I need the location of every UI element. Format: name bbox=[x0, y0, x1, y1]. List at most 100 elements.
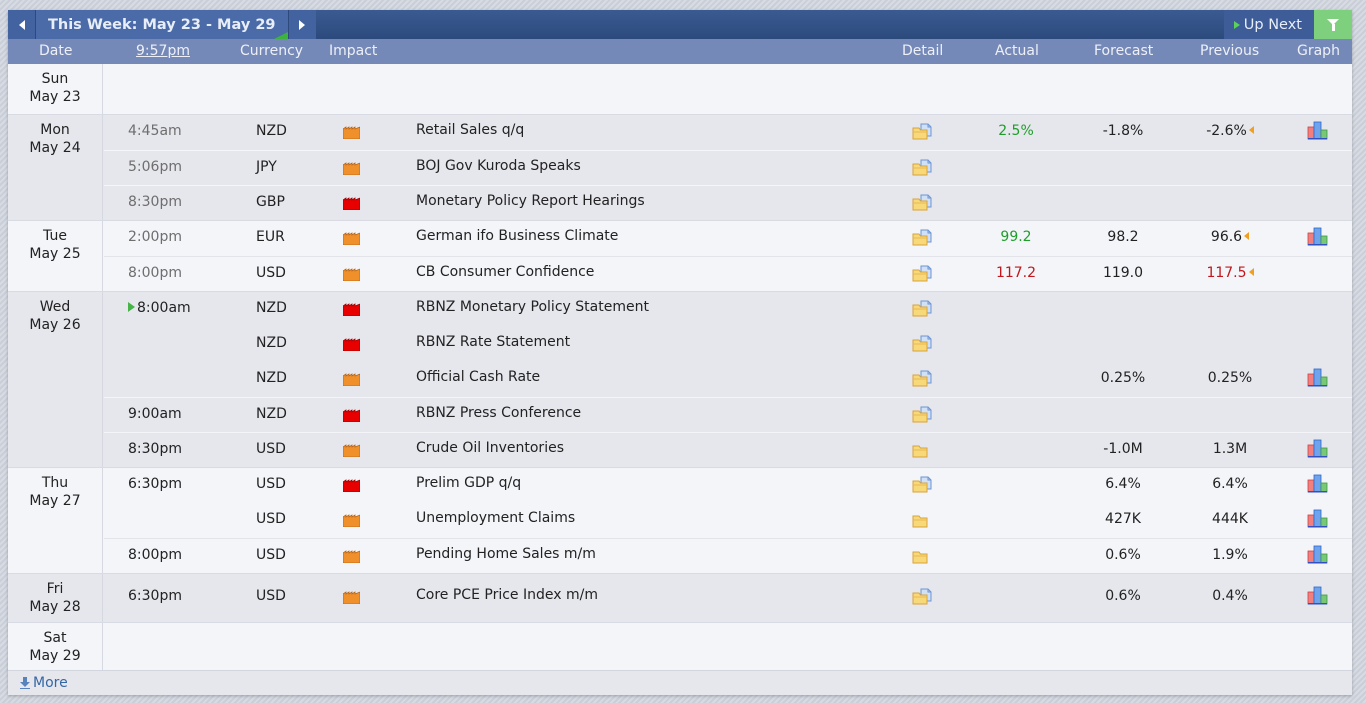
medium-impact-icon[interactable] bbox=[342, 162, 361, 176]
medium-impact-icon[interactable] bbox=[342, 232, 361, 246]
more-link[interactable]: More bbox=[20, 675, 68, 691]
folder-doc-icon[interactable] bbox=[912, 300, 933, 317]
event-title[interactable]: RBNZ Press Conference bbox=[416, 405, 581, 421]
event-row[interactable]: 8:30pm GBP Monetary Policy Report Hearings bbox=[104, 185, 1352, 220]
bar-chart-icon[interactable] bbox=[1307, 509, 1328, 528]
bar-chart-icon[interactable] bbox=[1307, 545, 1328, 564]
medium-impact-icon[interactable] bbox=[342, 550, 361, 564]
event-row[interactable]: 8:00am NZD RBNZ Monetary Policy Statement bbox=[104, 292, 1352, 327]
event-title[interactable]: Pending Home Sales m/m bbox=[416, 546, 596, 562]
event-title[interactable]: BOJ Gov Kuroda Speaks bbox=[416, 158, 581, 174]
next-week-button[interactable] bbox=[287, 10, 316, 39]
folder-doc-icon[interactable] bbox=[912, 123, 933, 140]
medium-impact-icon[interactable] bbox=[342, 444, 361, 458]
filter-button[interactable] bbox=[1314, 10, 1352, 39]
high-impact-icon[interactable] bbox=[342, 409, 361, 423]
event-row[interactable]: 6:30pm USD Prelim GDP q/q 6.4% 6.4% bbox=[104, 468, 1352, 503]
day-label: Thu May 27 bbox=[8, 468, 103, 573]
high-impact-icon[interactable] bbox=[342, 479, 361, 493]
bar-chart-icon[interactable] bbox=[1307, 474, 1328, 493]
event-forecast: 0.25% bbox=[1100, 370, 1146, 386]
event-title[interactable]: German ifo Business Climate bbox=[416, 228, 618, 244]
medium-impact-icon[interactable] bbox=[342, 514, 361, 528]
event-row[interactable]: 8:30pm USD Crude Oil Inventories -1.0M 1.3M bbox=[104, 432, 1352, 467]
folder-doc-icon[interactable] bbox=[912, 406, 933, 423]
event-row[interactable]: 4:45am NZD Retail Sales q/q 2.5% -1.8% -2.6% bbox=[104, 115, 1352, 150]
folder-doc-icon[interactable] bbox=[912, 159, 933, 176]
event-time-text: 6:30pm bbox=[128, 588, 182, 604]
prev-week-button[interactable] bbox=[8, 10, 36, 39]
folder-icon[interactable] bbox=[912, 441, 933, 458]
event-previous: -2.6% bbox=[1180, 123, 1280, 139]
event-currency: NZD bbox=[256, 406, 287, 422]
day-group: Sat May 29 bbox=[8, 623, 1352, 674]
medium-impact-icon[interactable] bbox=[342, 126, 361, 140]
event-title[interactable]: Crude Oil Inventories bbox=[416, 440, 564, 456]
bar-chart-icon[interactable] bbox=[1307, 368, 1328, 387]
event-previous-value: 444K bbox=[1212, 511, 1248, 527]
event-title[interactable]: Retail Sales q/q bbox=[416, 122, 524, 138]
event-title[interactable]: Prelim GDP q/q bbox=[416, 475, 521, 491]
event-title[interactable]: RBNZ Monetary Policy Statement bbox=[416, 299, 649, 315]
day-of-week: Thu bbox=[41, 475, 69, 491]
event-row[interactable]: 5:06pm JPY BOJ Gov Kuroda Speaks bbox=[104, 150, 1352, 185]
up-next-button[interactable]: Up Next bbox=[1223, 10, 1314, 39]
day-date: May 23 bbox=[29, 89, 81, 105]
event-title[interactable]: Monetary Policy Report Hearings bbox=[416, 193, 645, 209]
event-row[interactable]: 6:30pm USD Core PCE Price Index m/m 0.6% 0.4… bbox=[104, 574, 1352, 622]
folder-doc-icon[interactable] bbox=[912, 229, 933, 246]
high-impact-icon[interactable] bbox=[342, 338, 361, 352]
event-title[interactable]: Core PCE Price Index m/m bbox=[416, 587, 598, 603]
bar-chart-icon[interactable] bbox=[1307, 439, 1328, 458]
event-time-text: 4:45am bbox=[128, 123, 182, 139]
folder-icon[interactable] bbox=[912, 511, 933, 528]
event-title[interactable]: RBNZ Rate Statement bbox=[416, 334, 570, 350]
event-previous-value: 1.3M bbox=[1212, 441, 1248, 457]
event-currency: JPY bbox=[256, 159, 277, 175]
event-title[interactable]: CB Consumer Confidence bbox=[416, 264, 594, 280]
bar-chart-icon[interactable] bbox=[1307, 586, 1328, 605]
folder-doc-icon[interactable] bbox=[912, 335, 933, 352]
medium-impact-icon[interactable] bbox=[342, 268, 361, 282]
event-row[interactable]: 8:00pm USD CB Consumer Confidence 117.2 119.… bbox=[104, 256, 1352, 291]
event-row[interactable]: USD Unemployment Claims 427K 444K bbox=[104, 503, 1352, 538]
bar-chart-icon[interactable] bbox=[1307, 121, 1328, 140]
folder-doc-icon[interactable] bbox=[912, 265, 933, 282]
revised-arrow-icon[interactable] bbox=[1248, 268, 1254, 276]
folder-doc-icon[interactable] bbox=[912, 588, 933, 605]
column-header-row: Date 9:57pm Currency Impact Detail Actua… bbox=[8, 39, 1352, 64]
medium-impact-icon[interactable] bbox=[342, 373, 361, 387]
revised-arrow-icon[interactable] bbox=[1248, 126, 1254, 134]
folder-doc-icon[interactable] bbox=[912, 194, 933, 211]
medium-impact-icon[interactable] bbox=[342, 591, 361, 605]
folder-doc-icon[interactable] bbox=[912, 476, 933, 493]
day-group: Wed May 26 8:00am NZD RBNZ Monetary Policy S… bbox=[8, 292, 1352, 468]
day-group: Sun May 23 bbox=[8, 64, 1352, 115]
event-currency: USD bbox=[256, 547, 286, 563]
event-title[interactable]: Official Cash Rate bbox=[416, 369, 540, 385]
event-title[interactable]: Unemployment Claims bbox=[416, 510, 575, 526]
event-previous: 6.4% bbox=[1180, 476, 1280, 492]
current-time-link[interactable]: 9:57pm bbox=[136, 43, 190, 59]
event-row[interactable]: NZD RBNZ Rate Statement bbox=[104, 327, 1352, 362]
event-previous-value: 6.4% bbox=[1212, 476, 1248, 492]
event-currency: NZD bbox=[256, 335, 287, 351]
event-forecast: -1.8% bbox=[1102, 123, 1144, 139]
revised-arrow-icon[interactable] bbox=[1244, 232, 1250, 240]
week-title[interactable]: This Week: May 23 - May 29 bbox=[36, 10, 288, 39]
event-row[interactable]: 9:00am NZD RBNZ Press Conference bbox=[104, 397, 1352, 432]
event-table: Sun May 23 Mon May 24 4:45am NZD Retail Sales … bbox=[8, 64, 1352, 674]
day-group: Mon May 24 4:45am NZD Retail Sales q/q 2.5% -1… bbox=[8, 115, 1352, 221]
event-row[interactable]: 8:00pm USD Pending Home Sales m/m 0.6% 1.9% bbox=[104, 538, 1352, 573]
day-group: Fri May 28 6:30pm USD Core PCE Price Index m… bbox=[8, 574, 1352, 623]
folder-doc-icon[interactable] bbox=[912, 370, 933, 387]
high-impact-icon[interactable] bbox=[342, 303, 361, 317]
event-actual: 2.5% bbox=[998, 123, 1034, 139]
event-row[interactable]: NZD Official Cash Rate 0.25% 0.25% bbox=[104, 362, 1352, 397]
event-row[interactable]: 2:00pm EUR German ifo Business Climate 99.2… bbox=[104, 221, 1352, 256]
event-previous-value: -2.6% bbox=[1206, 123, 1247, 139]
day-of-week: Mon bbox=[40, 122, 70, 138]
bar-chart-icon[interactable] bbox=[1307, 227, 1328, 246]
high-impact-icon[interactable] bbox=[342, 197, 361, 211]
folder-icon[interactable] bbox=[912, 547, 933, 564]
